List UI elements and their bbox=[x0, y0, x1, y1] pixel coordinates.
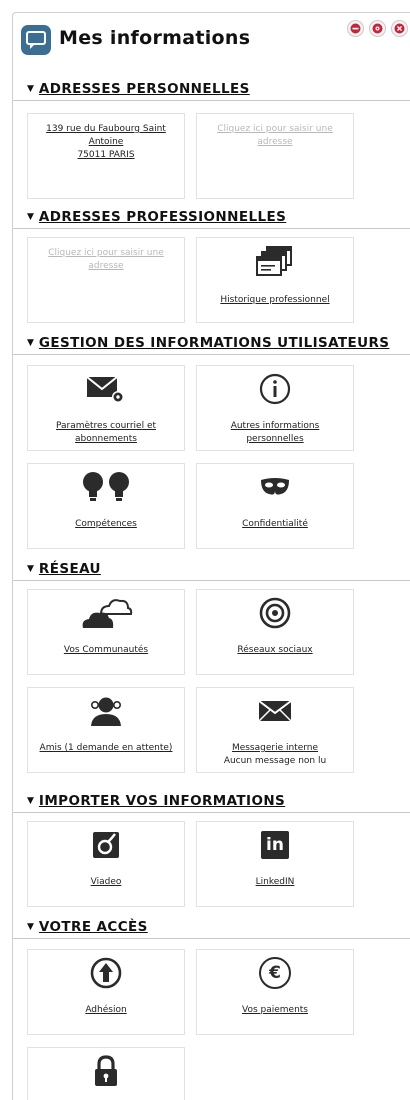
autres-informations-tile[interactable]: Autres informations personnelles bbox=[196, 365, 354, 451]
info-icon bbox=[197, 372, 353, 406]
tile-label[interactable]: Vos Communautés bbox=[64, 645, 148, 655]
section-importer-informations: ▼ IMPORTER VOS INFORMATIONS bbox=[13, 789, 410, 813]
mes-informations-panel: Mes informations ▼ ADRESSES PERSONNELLES… bbox=[12, 12, 410, 1100]
vos-paiements-tile[interactable]: € Vos paiements bbox=[196, 949, 354, 1035]
section-header[interactable]: ▼ ADRESSES PROFESSIONNELLES bbox=[13, 205, 410, 229]
viadeo-icon bbox=[28, 828, 184, 862]
address-street[interactable]: 139 rue du Faubourg Saint Antoine bbox=[32, 123, 180, 149]
linkedin-icon: in bbox=[197, 828, 353, 862]
section-title[interactable]: VOTRE ACCÈS bbox=[39, 919, 148, 935]
add-address-link[interactable]: Cliquez ici pour saisir une adresse bbox=[48, 248, 164, 271]
historique-professionnel-tile[interactable]: Historique professionnel bbox=[196, 237, 354, 323]
clouds-icon bbox=[28, 592, 184, 632]
lightbulbs-icon bbox=[28, 470, 184, 504]
chat-bubble-icon bbox=[21, 25, 51, 55]
section-title[interactable]: IMPORTER VOS INFORMATIONS bbox=[39, 793, 285, 809]
section-header[interactable]: ▼ IMPORTER VOS INFORMATIONS bbox=[13, 789, 410, 813]
address-city[interactable]: 75011 PARIS bbox=[32, 149, 180, 162]
caret-down-icon: ▼ bbox=[27, 563, 34, 574]
tile-label[interactable]: Vos paiements bbox=[242, 1005, 308, 1015]
tile-label[interactable]: Paramètres courriel et abonnements bbox=[56, 421, 156, 444]
settings-icon[interactable] bbox=[369, 20, 386, 37]
viadeo-tile[interactable]: Viadeo bbox=[27, 821, 185, 907]
competences-tile[interactable]: Compétences bbox=[27, 463, 185, 549]
section-header[interactable]: ▼ RÉSEAU bbox=[13, 557, 410, 581]
tile-label[interactable]: Messagerie interne bbox=[201, 742, 349, 755]
section-header[interactable]: ▼ ADRESSES PERSONNELLES bbox=[13, 77, 410, 101]
friends-icon bbox=[28, 694, 184, 728]
caret-down-icon: ▼ bbox=[27, 83, 34, 94]
minimize-icon[interactable] bbox=[347, 20, 364, 37]
reseaux-sociaux-tile[interactable]: Réseaux sociaux bbox=[196, 589, 354, 675]
vos-communautes-tile[interactable]: Vos Communautés bbox=[27, 589, 185, 675]
mail-settings-icon bbox=[28, 372, 184, 406]
section-title[interactable]: ADRESSES PERSONNELLES bbox=[39, 81, 250, 97]
adhesion-tile[interactable]: Adhésion bbox=[27, 949, 185, 1035]
caret-down-icon: ▼ bbox=[27, 211, 34, 222]
tile-sublabel: Aucun message non lu bbox=[223, 756, 327, 766]
tile-label[interactable]: Adhésion bbox=[85, 1005, 126, 1015]
parametres-courriel-tile[interactable]: Paramètres courriel et abonnements bbox=[27, 365, 185, 451]
tile-label[interactable]: Autres informations personnelles bbox=[231, 421, 320, 444]
confidentialite-tile[interactable]: Confidentialité bbox=[196, 463, 354, 549]
tile-label[interactable]: Amis (1 demande en attente) bbox=[40, 743, 173, 753]
add-address-link[interactable]: Cliquez ici pour saisir une adresse bbox=[217, 124, 333, 147]
section-reseau: ▼ RÉSEAU bbox=[13, 557, 410, 581]
section-title[interactable]: RÉSEAU bbox=[39, 561, 101, 577]
section-adresses-professionnelles: ▼ ADRESSES PROFESSIONNELLES bbox=[13, 205, 410, 229]
caret-down-icon: ▼ bbox=[27, 795, 34, 806]
envelope-icon bbox=[197, 694, 353, 728]
section-votre-acces: ▼ VOTRE ACCÈS bbox=[13, 915, 410, 939]
tile-label[interactable]: Confidentialité bbox=[242, 519, 308, 529]
add-personal-address-tile[interactable]: Cliquez ici pour saisir une adresse bbox=[196, 113, 354, 199]
linkedin-tile[interactable]: in LinkedIN bbox=[196, 821, 354, 907]
euro-glyph: € bbox=[259, 957, 291, 989]
amis-tile[interactable]: Amis (1 demande en attente) bbox=[27, 687, 185, 773]
section-header[interactable]: ▼ GESTION DES INFORMATIONS UTILISATEURS bbox=[13, 331, 410, 355]
tile-label[interactable]: LinkedIN bbox=[256, 877, 295, 887]
personal-address-tile[interactable]: 139 rue du Faubourg Saint Antoine 75011 … bbox=[27, 113, 185, 199]
target-icon bbox=[197, 596, 353, 630]
lock-icon bbox=[28, 1054, 184, 1088]
messagerie-interne-tile[interactable]: Messagerie interne Aucun message non lu bbox=[196, 687, 354, 773]
close-icon[interactable] bbox=[391, 20, 408, 37]
arrow-up-circle-icon bbox=[28, 956, 184, 990]
tile-label[interactable]: Réseaux sociaux bbox=[237, 645, 312, 655]
panel-header: Mes informations bbox=[13, 13, 410, 65]
section-adresses-personnelles: ▼ ADRESSES PERSONNELLES bbox=[13, 77, 410, 101]
mask-icon bbox=[197, 470, 353, 504]
caret-down-icon: ▼ bbox=[27, 921, 34, 932]
windows-stack-icon bbox=[197, 244, 353, 278]
linkedin-glyph: in bbox=[261, 831, 289, 859]
tile-label[interactable]: Historique professionnel bbox=[220, 295, 329, 305]
section-gestion-informations: ▼ GESTION DES INFORMATIONS UTILISATEURS bbox=[13, 331, 410, 355]
access-lock-tile[interactable] bbox=[27, 1047, 185, 1100]
caret-down-icon: ▼ bbox=[27, 337, 34, 348]
section-title[interactable]: ADRESSES PROFESSIONNELLES bbox=[39, 209, 286, 225]
tile-label[interactable]: Compétences bbox=[75, 519, 137, 529]
section-title[interactable]: GESTION DES INFORMATIONS UTILISATEURS bbox=[39, 335, 390, 351]
tile-label[interactable]: Viadeo bbox=[91, 877, 122, 887]
euro-icon: € bbox=[197, 956, 353, 990]
page-title: Mes informations bbox=[59, 27, 251, 49]
add-professional-address-tile[interactable]: Cliquez ici pour saisir une adresse bbox=[27, 237, 185, 323]
section-header[interactable]: ▼ VOTRE ACCÈS bbox=[13, 915, 410, 939]
